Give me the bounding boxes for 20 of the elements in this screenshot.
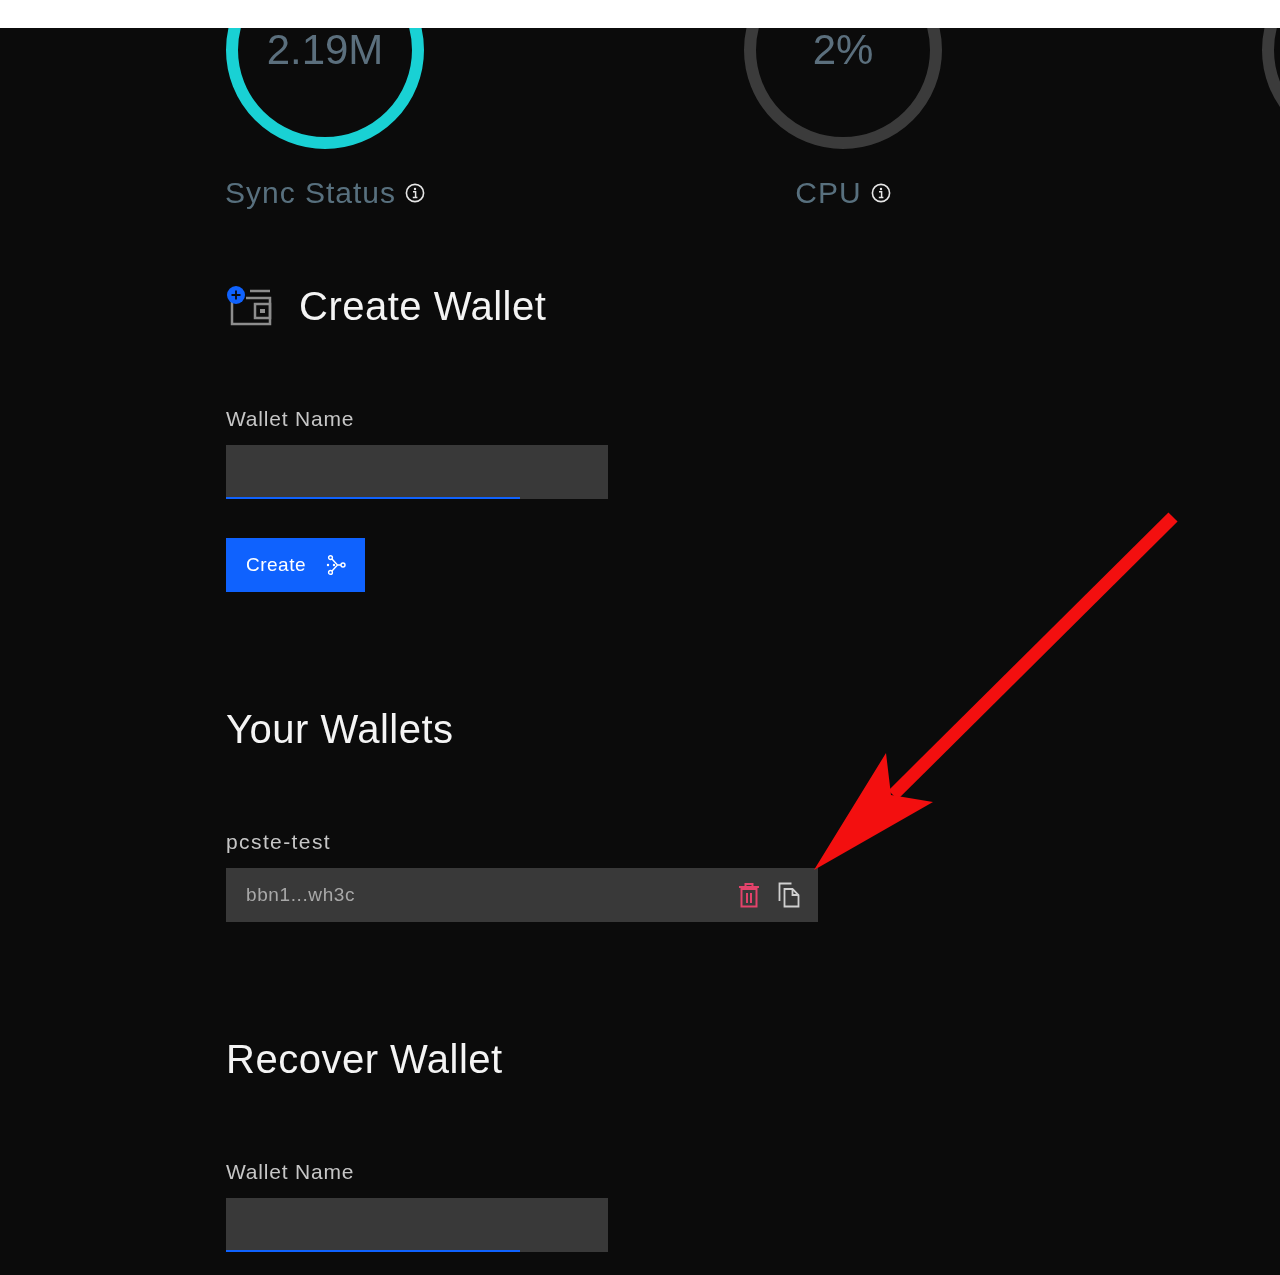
nodes-icon bbox=[326, 555, 347, 575]
gauge-label: Sync Status bbox=[224, 175, 397, 211]
input-field[interactable] bbox=[226, 1198, 608, 1252]
gauge-value: 2% bbox=[812, 28, 874, 72]
gauge-value: 2.19M bbox=[266, 28, 384, 72]
field-label: Wallet Name bbox=[226, 407, 355, 431]
trash-icon[interactable] bbox=[738, 882, 760, 908]
section-title: Recover Wallet bbox=[226, 1036, 503, 1082]
section-title: Your Wallets bbox=[226, 706, 454, 752]
create-button[interactable]: Create bbox=[226, 538, 366, 592]
info-icon[interactable] bbox=[870, 183, 891, 203]
wallet-name: pcste-test bbox=[226, 830, 332, 854]
section-title: Create Wallet bbox=[299, 283, 547, 329]
copy-icon[interactable] bbox=[778, 882, 800, 908]
wallet-address: bbn1...wh3c bbox=[246, 884, 356, 906]
input-field[interactable] bbox=[226, 445, 608, 499]
field-label: Wallet Name bbox=[226, 1160, 355, 1184]
wallet-add-icon bbox=[226, 286, 272, 326]
info-icon[interactable] bbox=[405, 183, 426, 203]
gauge-label: CPU bbox=[795, 175, 862, 211]
